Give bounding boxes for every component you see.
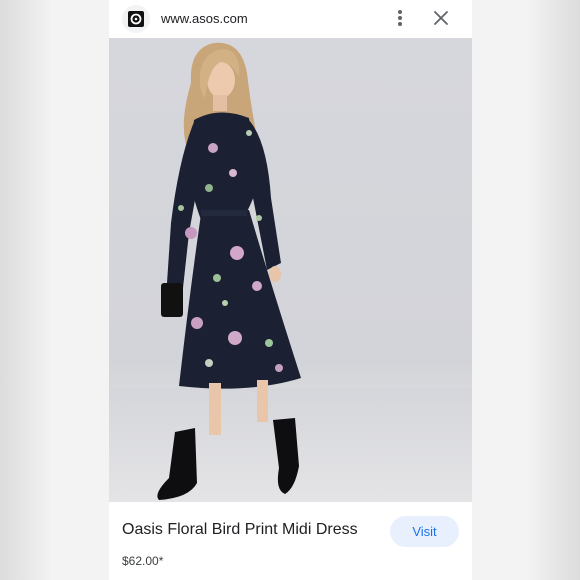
asos-logo-icon <box>122 5 150 33</box>
search-result-card: www.asos.com Oasis Floral Bird Print Mid… <box>109 0 472 580</box>
product-image[interactable] <box>109 38 472 502</box>
more-vert-icon[interactable] <box>391 7 409 29</box>
visit-button[interactable]: Visit <box>390 516 459 547</box>
product-price: $62.00* <box>122 554 164 568</box>
product-title[interactable]: Oasis Floral Bird Print Midi Dress <box>122 521 358 539</box>
close-icon[interactable] <box>431 8 451 28</box>
browser-top-bar: www.asos.com <box>109 0 472 38</box>
site-url[interactable]: www.asos.com <box>161 11 248 26</box>
